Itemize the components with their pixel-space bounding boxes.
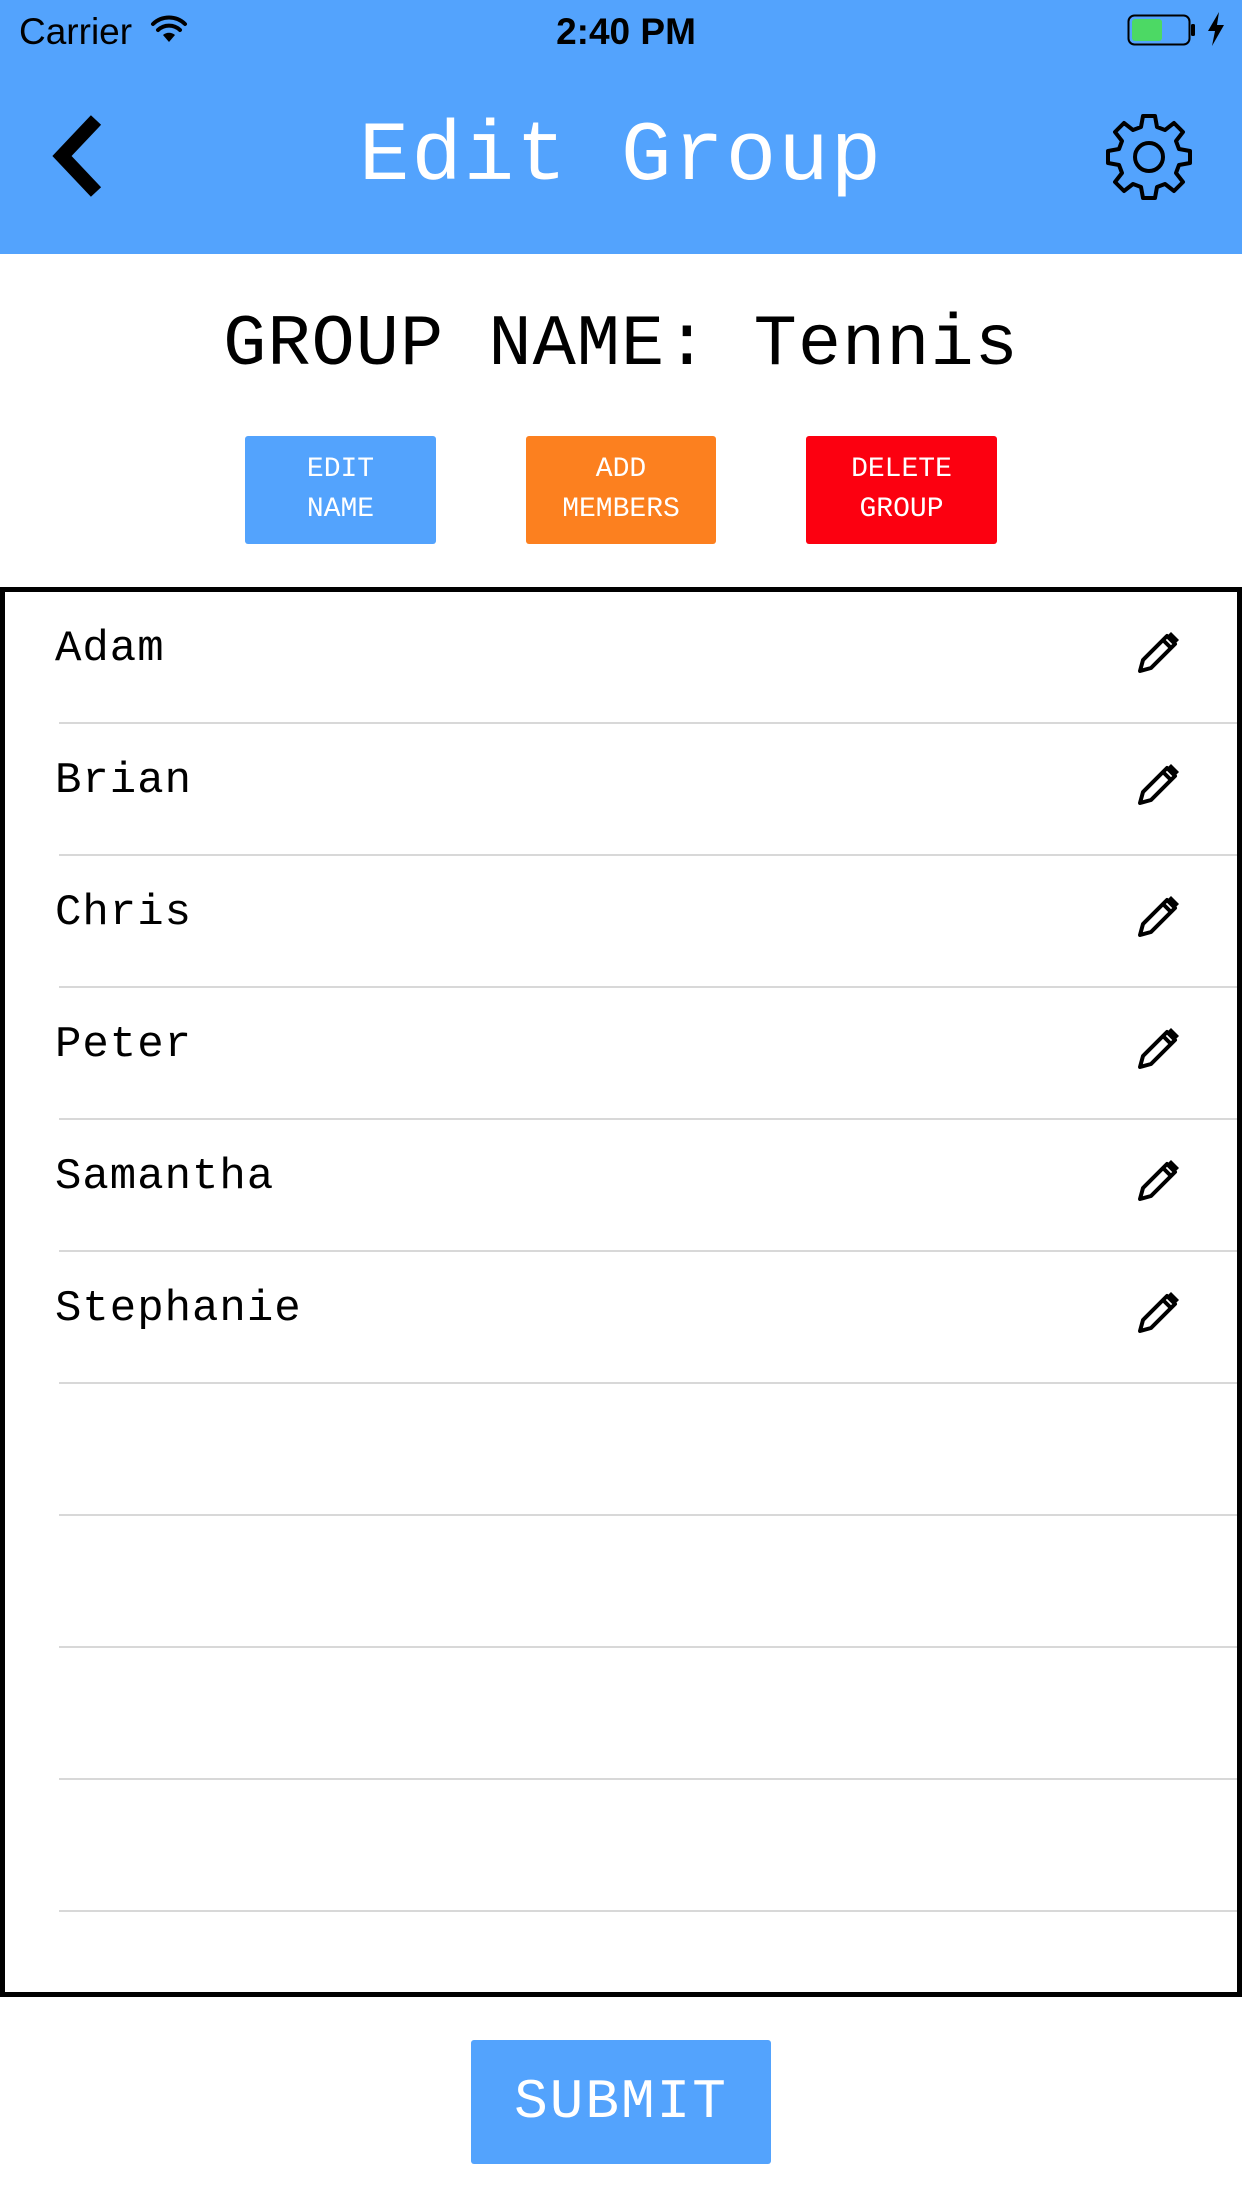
member-row-adam[interactable]: Adam (5, 592, 1237, 724)
member-row-peter[interactable]: Peter (5, 988, 1237, 1120)
page-title: Edit Group (358, 110, 884, 205)
gear-icon[interactable] (1104, 112, 1194, 202)
battery-charging-icon (1127, 14, 1195, 46)
member-row-brian[interactable]: Brian (5, 724, 1237, 856)
pencil-icon[interactable] (1134, 761, 1182, 809)
member-row-chris[interactable]: Chris (5, 856, 1237, 988)
row-divider (59, 1910, 1237, 1912)
delete-group-button[interactable]: DELETE GROUP (806, 436, 997, 544)
empty-row (5, 1384, 1237, 1516)
member-row-stephanie[interactable]: Stephanie (5, 1252, 1237, 1384)
empty-row (5, 1780, 1237, 1912)
member-name: Samantha (55, 1152, 275, 1202)
pencil-icon[interactable] (1134, 893, 1182, 941)
member-name: Brian (55, 756, 193, 806)
edit-name-button[interactable]: EDIT NAME (245, 436, 436, 544)
member-name: Chris (55, 888, 193, 938)
member-list[interactable]: Adam Brian Chris Peter Samantha Stephani… (0, 587, 1242, 1997)
pencil-icon[interactable] (1134, 1025, 1182, 1073)
pencil-icon[interactable] (1134, 1157, 1182, 1205)
empty-row (5, 1648, 1237, 1780)
group-name-heading: GROUP NAME: Tennis (223, 304, 1019, 386)
submit-button[interactable]: SUBMIT (471, 2040, 771, 2164)
member-name: Stephanie (55, 1284, 302, 1334)
empty-row (5, 1516, 1237, 1648)
add-members-button[interactable]: ADD MEMBERS (526, 436, 716, 544)
charging-bolt-icon (1208, 12, 1224, 46)
member-row-samantha[interactable]: Samantha (5, 1120, 1237, 1252)
pencil-icon[interactable] (1134, 1289, 1182, 1337)
pencil-icon[interactable] (1134, 629, 1182, 677)
status-time: 2:40 PM (556, 11, 696, 52)
member-name: Adam (55, 624, 165, 674)
member-name: Peter (55, 1020, 193, 1070)
